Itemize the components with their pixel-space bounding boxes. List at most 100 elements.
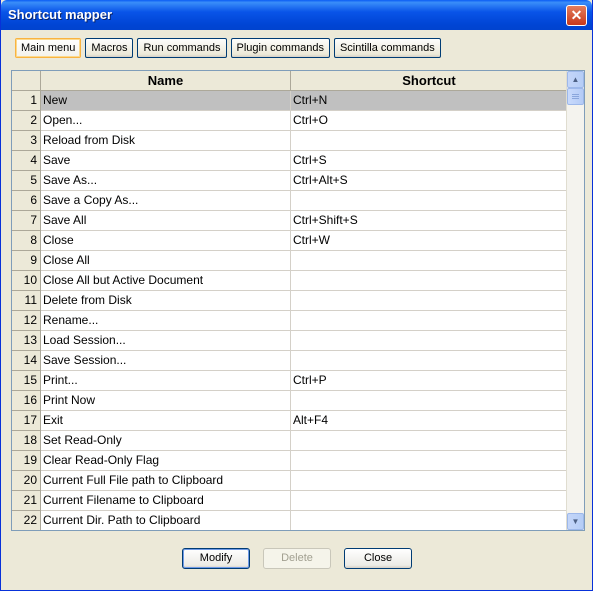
shortcut-cell[interactable]: [291, 491, 568, 511]
row-number: 4: [12, 151, 41, 171]
table-row[interactable]: 15 Print... Ctrl+P: [12, 371, 568, 391]
table-row[interactable]: 10 Close All but Active Document: [12, 271, 568, 291]
command-name-cell[interactable]: Save As...: [41, 171, 291, 191]
row-number: 11: [12, 291, 41, 311]
close-button[interactable]: Close: [344, 548, 412, 569]
table-row[interactable]: 1 New Ctrl+N: [12, 91, 568, 111]
row-number: 19: [12, 451, 41, 471]
shortcut-cell[interactable]: Ctrl+N: [291, 91, 568, 111]
shortcut-cell[interactable]: [291, 251, 568, 271]
shortcut-cell[interactable]: Ctrl+Shift+S: [291, 211, 568, 231]
shortcut-cell[interactable]: [291, 391, 568, 411]
table-row[interactable]: 16 Print Now: [12, 391, 568, 411]
command-name-cell[interactable]: Save a Copy As...: [41, 191, 291, 211]
row-number: 1: [12, 91, 41, 111]
shortcut-cell[interactable]: Ctrl+W: [291, 231, 568, 251]
shortcut-cell[interactable]: [291, 351, 568, 371]
tab-run-commands[interactable]: Run commands: [137, 38, 227, 58]
table-row[interactable]: 2 Open... Ctrl+O: [12, 111, 568, 131]
name-column-header[interactable]: Name: [41, 71, 291, 91]
command-name-cell[interactable]: Save All: [41, 211, 291, 231]
command-name-cell[interactable]: Rename...: [41, 311, 291, 331]
shortcut-cell[interactable]: [291, 511, 568, 530]
vertical-scrollbar[interactable]: ▲ ▼: [566, 71, 584, 530]
command-name-cell[interactable]: Save Session...: [41, 351, 291, 371]
table-row[interactable]: 7 Save All Ctrl+Shift+S: [12, 211, 568, 231]
table-row[interactable]: 3 Reload from Disk: [12, 131, 568, 151]
table-row[interactable]: 12 Rename...: [12, 311, 568, 331]
table-row[interactable]: 18 Set Read-Only: [12, 431, 568, 451]
title-bar: Shortcut mapper ✕: [1, 0, 592, 30]
table-row[interactable]: 4 Save Ctrl+S: [12, 151, 568, 171]
scroll-up-icon[interactable]: ▲: [567, 71, 584, 88]
shortcut-cell[interactable]: Alt+F4: [291, 411, 568, 431]
close-icon[interactable]: ✕: [566, 5, 587, 26]
table-row[interactable]: 8 Close Ctrl+W: [12, 231, 568, 251]
delete-button[interactable]: Delete: [263, 548, 331, 569]
row-number: 2: [12, 111, 41, 131]
shortcut-grid[interactable]: Name Shortcut 1 New Ctrl+N 2 Open... Ctrl+O 3 R…: [11, 70, 585, 531]
row-number: 7: [12, 211, 41, 231]
command-name-cell[interactable]: Save: [41, 151, 291, 171]
row-number: 17: [12, 411, 41, 431]
table-row[interactable]: 13 Load Session...: [12, 331, 568, 351]
shortcut-cell[interactable]: [291, 311, 568, 331]
table-row[interactable]: 22 Current Dir. Path to Clipboard: [12, 511, 568, 530]
row-number: 8: [12, 231, 41, 251]
shortcut-cell[interactable]: [291, 451, 568, 471]
row-number: 3: [12, 131, 41, 151]
window-title: Shortcut mapper: [8, 7, 113, 22]
tab-scintilla-commands[interactable]: Scintilla commands: [333, 38, 441, 58]
shortcut-cell[interactable]: [291, 471, 568, 491]
command-name-cell[interactable]: Load Session...: [41, 331, 291, 351]
command-name-cell[interactable]: Close All but Active Document: [41, 271, 291, 291]
thumb-grip-line: [572, 98, 579, 99]
table-row[interactable]: 6 Save a Copy As...: [12, 191, 568, 211]
table-row[interactable]: 19 Clear Read-Only Flag: [12, 451, 568, 471]
row-number: 10: [12, 271, 41, 291]
row-number: 21: [12, 491, 41, 511]
command-name-cell[interactable]: Print Now: [41, 391, 291, 411]
scroll-down-icon[interactable]: ▼: [567, 513, 584, 530]
shortcut-cell[interactable]: [291, 431, 568, 451]
table-row[interactable]: 21 Current Filename to Clipboard: [12, 491, 568, 511]
shortcut-cell[interactable]: Ctrl+P: [291, 371, 568, 391]
command-name-cell[interactable]: Clear Read-Only Flag: [41, 451, 291, 471]
thumb-grip-line: [572, 96, 579, 97]
tab-plugin-commands[interactable]: Plugin commands: [230, 38, 330, 58]
tab-macros[interactable]: Macros: [85, 38, 134, 58]
table-row[interactable]: 14 Save Session...: [12, 351, 568, 371]
shortcut-cell[interactable]: [291, 291, 568, 311]
command-name-cell[interactable]: Delete from Disk: [41, 291, 291, 311]
command-name-cell[interactable]: New: [41, 91, 291, 111]
table-row[interactable]: 5 Save As... Ctrl+Alt+S: [12, 171, 568, 191]
command-name-cell[interactable]: Reload from Disk: [41, 131, 291, 151]
shortcut-cell[interactable]: [291, 131, 568, 151]
shortcut-cell[interactable]: [291, 271, 568, 291]
shortcut-cell[interactable]: [291, 191, 568, 211]
row-number: 16: [12, 391, 41, 411]
tab-strip: Main menu Macros Run commands Plugin com…: [15, 38, 441, 60]
table-row[interactable]: 11 Delete from Disk: [12, 291, 568, 311]
shortcut-column-header[interactable]: Shortcut: [291, 71, 568, 91]
command-name-cell[interactable]: Print...: [41, 371, 291, 391]
table-row[interactable]: 20 Current Full File path to Clipboard: [12, 471, 568, 491]
command-name-cell[interactable]: Exit: [41, 411, 291, 431]
tab-main-menu[interactable]: Main menu: [15, 38, 82, 58]
command-name-cell[interactable]: Close All: [41, 251, 291, 271]
command-name-cell[interactable]: Current Filename to Clipboard: [41, 491, 291, 511]
shortcut-cell[interactable]: Ctrl+O: [291, 111, 568, 131]
modify-button[interactable]: Modify: [182, 548, 250, 569]
scroll-thumb[interactable]: [567, 88, 584, 105]
table-row[interactable]: 17 Exit Alt+F4: [12, 411, 568, 431]
command-name-cell[interactable]: Set Read-Only: [41, 431, 291, 451]
shortcut-cell[interactable]: [291, 331, 568, 351]
shortcut-cell[interactable]: Ctrl+Alt+S: [291, 171, 568, 191]
table-row[interactable]: 9 Close All: [12, 251, 568, 271]
command-name-cell[interactable]: Current Dir. Path to Clipboard: [41, 511, 291, 530]
command-name-cell[interactable]: Current Full File path to Clipboard: [41, 471, 291, 491]
command-name-cell[interactable]: Close: [41, 231, 291, 251]
row-number: 18: [12, 431, 41, 451]
command-name-cell[interactable]: Open...: [41, 111, 291, 131]
shortcut-cell[interactable]: Ctrl+S: [291, 151, 568, 171]
